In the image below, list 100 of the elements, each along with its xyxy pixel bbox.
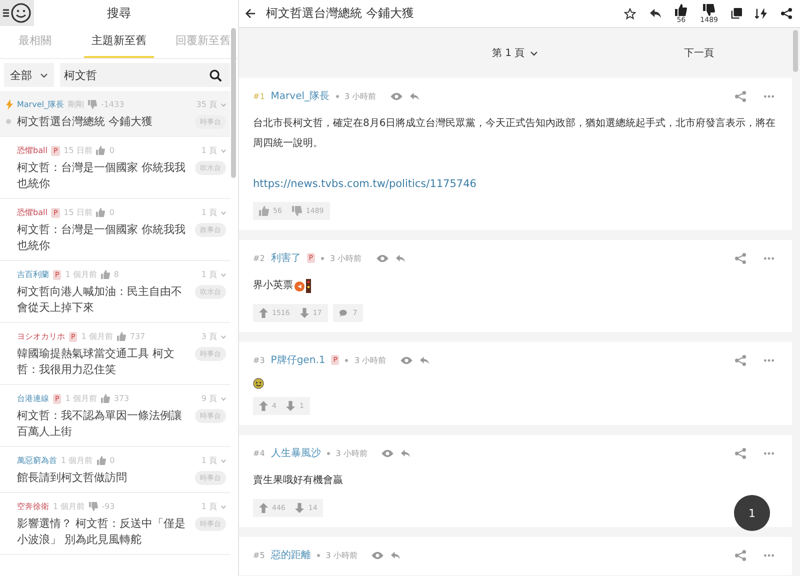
scrollbar[interactable] xyxy=(231,28,236,178)
post-text: 賣生果哦好有機會贏 xyxy=(253,474,343,488)
author-name[interactable]: Marvel_隊長 xyxy=(17,99,64,110)
caret-icon[interactable] xyxy=(221,210,226,214)
caret-icon[interactable] xyxy=(221,396,226,400)
thread-title: 柯文哲：台灣是一個國家 你統我我也統你 xyxy=(17,222,186,254)
post-time: 3 小時前 xyxy=(336,448,368,458)
sort-tab[interactable]: 最相關 xyxy=(0,26,70,58)
author-name[interactable]: P牌仔gen.1 xyxy=(270,353,326,367)
author-name[interactable]: 空奔徐衛 xyxy=(17,501,49,512)
eye-icon[interactable] xyxy=(381,448,394,458)
caret-icon[interactable] xyxy=(221,458,226,462)
post-number: #4 xyxy=(253,448,265,458)
thread-title: 影響選情？ 柯文哲：反送中「僅是小波浪」 別為此見風轉舵 xyxy=(17,516,186,548)
post-time: 1 個月前 xyxy=(65,269,97,280)
scrollbar[interactable] xyxy=(793,30,798,72)
topic-title: 柯文哲選台灣總統 今鋪大獲 xyxy=(266,5,414,22)
search-icon[interactable] xyxy=(209,68,222,82)
thumbs-up-icon xyxy=(100,270,110,279)
next-page-link[interactable]: 下一頁 xyxy=(684,46,714,60)
post-time: 3 小時前 xyxy=(330,252,362,264)
thumbs-up-icon[interactable] xyxy=(675,4,688,16)
post-number: #2 xyxy=(253,254,265,262)
vote-count: 737 xyxy=(130,332,146,341)
more-icon[interactable] xyxy=(764,358,774,362)
thread-title: 韓國瑜提熱氣球當交通工具 柯文哲：我很用力忍住笑 xyxy=(17,346,176,378)
author-name[interactable]: 利害了 xyxy=(270,251,301,265)
thumbs-down-icon xyxy=(88,100,97,109)
vote-count: 0 xyxy=(110,456,115,465)
page-count: 1 頁 xyxy=(201,455,217,466)
current-dot xyxy=(6,119,11,124)
sort-tab[interactable]: 主題新至舊 xyxy=(84,26,154,58)
reply-icon[interactable] xyxy=(649,8,662,19)
thumbs-up-icon xyxy=(96,208,106,217)
more-icon[interactable] xyxy=(764,452,774,454)
author-name[interactable]: 萬惡窮為首 xyxy=(17,455,57,466)
thumbs-down-icon xyxy=(88,502,98,511)
author-name[interactable]: 吉百利蘭 xyxy=(17,269,49,280)
vote-count: 373 xyxy=(114,394,130,403)
eye-icon[interactable] xyxy=(371,550,384,560)
share-icon[interactable] xyxy=(781,8,792,19)
vote-count: 0 xyxy=(109,208,114,217)
post-number: #1 xyxy=(253,92,265,100)
down-arrow-icon[interactable] xyxy=(286,401,296,411)
caret-icon[interactable] xyxy=(221,272,226,276)
author-name[interactable]: 恐懼ball xyxy=(17,145,48,156)
author-name[interactable]: Marvel_隊長 xyxy=(270,89,330,103)
eye-icon[interactable] xyxy=(376,254,389,262)
caret-icon[interactable] xyxy=(221,148,226,152)
post-time: 1 個月前 xyxy=(53,501,85,512)
thread-title: 館長請到柯文哲做訪問 xyxy=(17,470,128,486)
thumbs-up-icon xyxy=(96,146,106,155)
more-icon[interactable] xyxy=(764,94,774,98)
page-dropdown[interactable]: 第 1 頁 xyxy=(492,46,538,60)
page-count: 35 頁 xyxy=(196,99,217,110)
page-count: 1 頁 xyxy=(201,501,217,512)
sort-tab[interactable]: 回覆新至舊 xyxy=(168,26,238,58)
separator-dot xyxy=(316,554,320,556)
comment-icon[interactable] xyxy=(338,308,349,318)
author-name[interactable]: ヨシオカリホ xyxy=(17,331,65,342)
gallery-icon[interactable] xyxy=(731,8,742,19)
vote-count: 8 xyxy=(114,270,119,279)
sort-lightning-icon[interactable] xyxy=(755,8,768,19)
separator-dot xyxy=(345,358,348,362)
eye-icon[interactable] xyxy=(400,356,414,364)
caret-icon[interactable] xyxy=(221,102,226,106)
more-icon[interactable] xyxy=(764,554,774,556)
page-count: 1 頁 xyxy=(201,269,217,280)
post-time: 1 個月前 xyxy=(65,393,97,404)
thumbs-up-icon[interactable] xyxy=(259,206,269,216)
author-name[interactable]: 人生暴風沙 xyxy=(270,446,321,460)
up-arrow-icon[interactable] xyxy=(259,308,268,318)
post-time: 3 小時前 xyxy=(344,90,376,102)
back-arrow-icon[interactable] xyxy=(245,8,256,19)
author-name[interactable]: 台港連線 xyxy=(17,393,49,404)
post-number: #5 xyxy=(253,550,265,560)
article-link[interactable]: https://news.tvbs.com.tw/politics/1175746 xyxy=(253,174,778,194)
author-name[interactable]: 恐懼ball xyxy=(17,207,48,218)
thumbs-down-icon[interactable] xyxy=(703,4,716,16)
more-icon[interactable] xyxy=(764,256,774,260)
down-arrow-icon[interactable] xyxy=(295,503,304,513)
emoji-icon xyxy=(294,280,305,292)
post-text: 台北市長柯文哲，確定在8月6日將成立台灣民眾黨，今天正式告知內政部，猶如選總統起手式，北市府發言表示，將在周四統一說明。 xyxy=(253,116,777,151)
star-icon[interactable] xyxy=(624,8,636,20)
post-number: #3 xyxy=(253,356,265,364)
author-name[interactable]: 惡的距離 xyxy=(270,548,311,562)
caret-icon xyxy=(40,72,48,78)
search-field[interactable]: 柯文哲 xyxy=(60,63,230,87)
up-arrow-icon[interactable] xyxy=(259,401,268,411)
down-arrow-icon[interactable] xyxy=(300,308,309,318)
caret-icon xyxy=(530,50,538,56)
caret-icon[interactable] xyxy=(221,334,226,338)
menu-button[interactable] xyxy=(0,0,34,26)
eye-icon[interactable] xyxy=(390,92,404,100)
filter-dropdown[interactable]: 全部 xyxy=(4,63,54,87)
page-count: 9 頁 xyxy=(201,393,217,404)
up-arrow-icon[interactable] xyxy=(259,503,268,513)
caret-icon[interactable] xyxy=(221,504,226,508)
thread-title: 柯文哲向港人喊加油：民主自由不會從天上掉下來 xyxy=(17,284,183,316)
thumbs-down-icon[interactable] xyxy=(292,206,302,216)
